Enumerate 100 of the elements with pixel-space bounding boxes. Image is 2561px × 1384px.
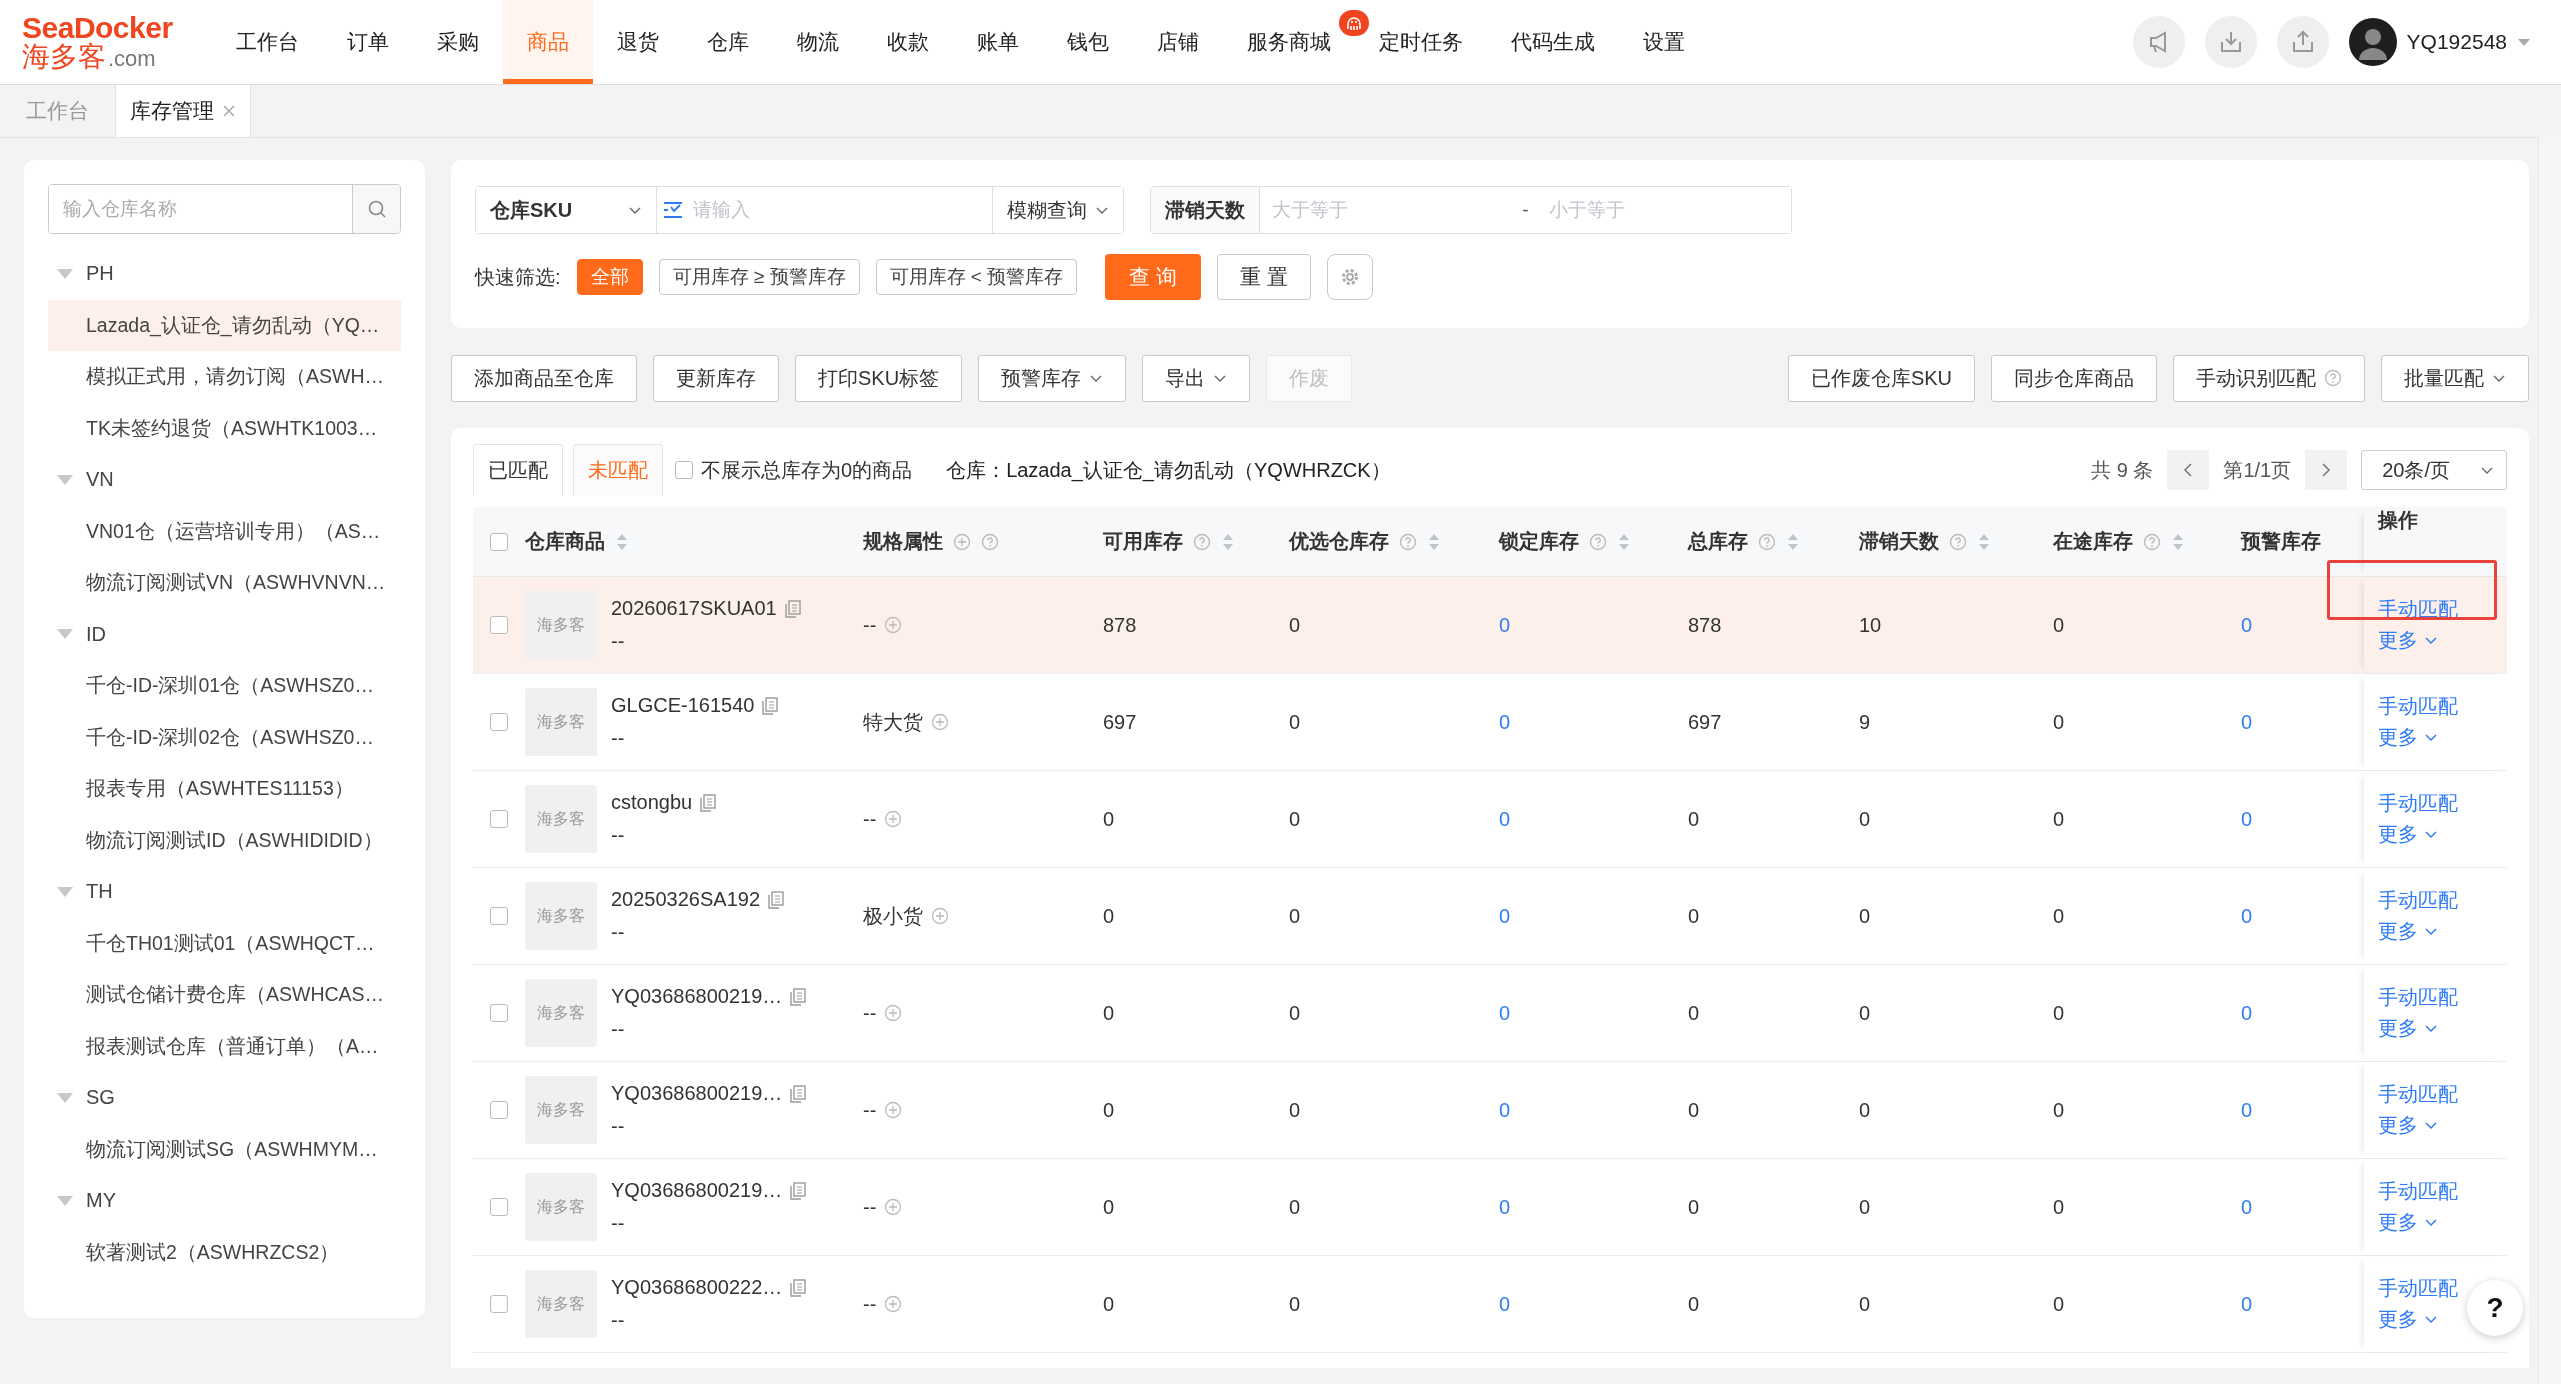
nav-item[interactable]: 代码生成 — [1487, 0, 1619, 84]
plus-circle-icon[interactable] — [931, 907, 949, 925]
warehouse-item[interactable]: VN01仓（运营培训专用）（AS… — [48, 505, 401, 557]
next-page-button[interactable] — [2305, 450, 2348, 490]
action-button[interactable]: 更新库存 — [653, 354, 779, 402]
settings-button[interactable] — [1326, 254, 1373, 300]
warehouse-item[interactable]: 千仓-ID-深圳02仓（ASWHSZ0… — [48, 711, 401, 763]
manual-match-link[interactable]: 手动匹配 — [2378, 1081, 2458, 1108]
nav-item[interactable]: 定时任务 — [1355, 0, 1487, 84]
checkbox[interactable] — [490, 713, 508, 731]
tree-group[interactable]: PH — [48, 248, 401, 300]
checkbox[interactable] — [490, 907, 508, 925]
warehouse-item[interactable]: Lazada_认证仓_请勿乱动（YQ… — [48, 299, 401, 351]
stock-link[interactable]: 0 — [2241, 1195, 2253, 1219]
stock-link[interactable]: 0 — [1499, 1292, 1511, 1316]
tree-group[interactable]: ID — [48, 608, 401, 660]
manual-match-link[interactable]: 手动匹配 — [2378, 693, 2458, 720]
checkbox[interactable] — [490, 616, 508, 634]
nav-item[interactable]: 订单 — [323, 0, 413, 84]
avatar-icon[interactable] — [2348, 18, 2397, 66]
logo[interactable]: SeaDocker 海多客.com — [0, 0, 212, 84]
plus-circle-icon[interactable] — [884, 616, 903, 634]
search-field[interactable]: 输入仓库名称 — [48, 184, 401, 234]
copy-icon[interactable] — [790, 987, 807, 1006]
copy-icon[interactable] — [762, 696, 779, 715]
nav-item[interactable]: 物流 — [773, 0, 863, 84]
nav-item[interactable]: 账单 — [953, 0, 1043, 84]
nav-item[interactable]: 钱包 — [1043, 0, 1133, 84]
action-button[interactable]: 添加商品至仓库 — [451, 354, 637, 402]
checkbox[interactable] — [675, 461, 693, 479]
triangle-down-icon[interactable] — [56, 885, 74, 898]
warehouse-item[interactable]: 报表测试仓库（普通订单）（A… — [48, 1020, 401, 1072]
checkbox[interactable] — [490, 810, 508, 828]
user-name[interactable]: YQ192548 — [2406, 30, 2507, 54]
caret-icon[interactable] — [2517, 37, 2531, 47]
nav-item[interactable]: 采购 — [413, 0, 503, 84]
stock-link[interactable]: 0 — [2241, 1292, 2253, 1316]
triangle-down-icon[interactable] — [56, 473, 74, 486]
warehouse-item[interactable]: 物流订阅测试SG（ASWHMYM… — [48, 1123, 401, 1175]
more-dropdown-link[interactable]: 更多 — [2378, 1306, 2438, 1333]
triangle-down-icon[interactable] — [56, 267, 74, 280]
copy-icon[interactable] — [768, 890, 785, 909]
more-dropdown-link[interactable]: 更多 — [2378, 1112, 2438, 1139]
stock-link[interactable]: 0 — [1499, 1195, 1511, 1219]
stock-link[interactable]: 0 — [1499, 1098, 1511, 1122]
plus-circle-icon[interactable] — [884, 810, 903, 828]
manual-match-link[interactable]: 手动匹配 — [2378, 984, 2458, 1011]
dropdown-button[interactable]: 预警库存 — [978, 354, 1127, 402]
quick-filter-option[interactable]: 可用库存 ≥ 预警库存 — [658, 259, 860, 295]
checkbox[interactable] — [490, 532, 508, 551]
copy-icon[interactable] — [790, 1084, 807, 1103]
action-button[interactable]: 同步仓库商品 — [1991, 354, 2157, 402]
stock-link[interactable]: 0 — [2241, 904, 2253, 928]
plus-circle-icon[interactable] — [953, 532, 971, 551]
checkbox[interactable] — [490, 1198, 508, 1216]
more-dropdown-link[interactable]: 更多 — [2378, 724, 2438, 751]
plus-circle-icon[interactable] — [931, 713, 949, 731]
warehouse-item[interactable]: 千仓-ID-深圳01仓（ASWHSZ0… — [48, 660, 401, 712]
stock-link[interactable]: 0 — [2241, 1001, 2253, 1025]
manual-match-link[interactable]: 手动匹配 — [2378, 887, 2458, 914]
triangle-down-icon[interactable] — [56, 1194, 74, 1207]
stock-link[interactable]: 0 — [2241, 613, 2253, 637]
manual-match-link[interactable]: 手动匹配 — [2378, 1178, 2458, 1205]
warehouse-item[interactable]: 模拟正式用，请勿订阅（ASWH… — [48, 351, 401, 403]
stock-link[interactable]: 0 — [2241, 1098, 2253, 1122]
reset-button[interactable]: 重 置 — [1217, 254, 1311, 300]
nav-item[interactable]: 设置 — [1619, 0, 1709, 84]
more-dropdown-link[interactable]: 更多 — [2378, 627, 2438, 654]
nav-item[interactable]: 店铺 — [1133, 0, 1223, 84]
copy-icon[interactable] — [790, 1278, 807, 1297]
checkbox[interactable] — [490, 1004, 508, 1022]
more-dropdown-link[interactable]: 更多 — [2378, 1015, 2438, 1042]
more-dropdown-link[interactable]: 更多 — [2378, 918, 2438, 945]
page-tab[interactable]: 库存管理 — [116, 85, 251, 137]
match-tab[interactable]: 已匹配 — [473, 444, 563, 496]
nav-item[interactable]: 工作台 — [212, 0, 323, 84]
plus-circle-icon[interactable] — [884, 1101, 903, 1119]
warehouse-item[interactable]: 物流订阅测试VN（ASWHVNVN… — [48, 557, 401, 609]
stock-link[interactable]: 0 — [2241, 710, 2253, 734]
warehouse-item[interactable]: 测试仓储计费仓库（ASWHCAS… — [48, 969, 401, 1021]
warehouse-item[interactable]: TK未签约退货（ASWHTK1003… — [48, 402, 401, 454]
plus-circle-icon[interactable] — [884, 1004, 903, 1022]
quick-filter-option[interactable]: 可用库存 < 预警库存 — [875, 259, 1078, 295]
tree-group[interactable]: SG — [48, 1072, 401, 1124]
dropdown-button[interactable]: 导出 — [1142, 354, 1251, 402]
warehouse-item[interactable]: 千仓TH01测试01（ASWHQCT… — [48, 917, 401, 969]
dropdown-button[interactable]: 批量匹配 — [2381, 354, 2529, 402]
checkbox[interactable] — [490, 1295, 508, 1313]
nav-item[interactable]: 仓库 — [683, 0, 773, 84]
tree-group[interactable]: VN — [48, 454, 401, 506]
manual-match-link[interactable]: 手动匹配 — [2378, 790, 2458, 817]
stock-link[interactable]: 0 — [1499, 807, 1511, 831]
stock-link[interactable]: 0 — [1499, 1001, 1511, 1025]
tree-group[interactable]: MY — [48, 1175, 401, 1227]
action-button[interactable]: 手动识别匹配 — [2173, 354, 2365, 402]
tree-group[interactable]: TH — [48, 866, 401, 918]
previous-page-button[interactable] — [2167, 450, 2210, 490]
stock-link[interactable]: 0 — [1499, 904, 1511, 928]
copy-icon[interactable] — [790, 1181, 807, 1200]
plus-circle-icon[interactable] — [884, 1295, 903, 1313]
